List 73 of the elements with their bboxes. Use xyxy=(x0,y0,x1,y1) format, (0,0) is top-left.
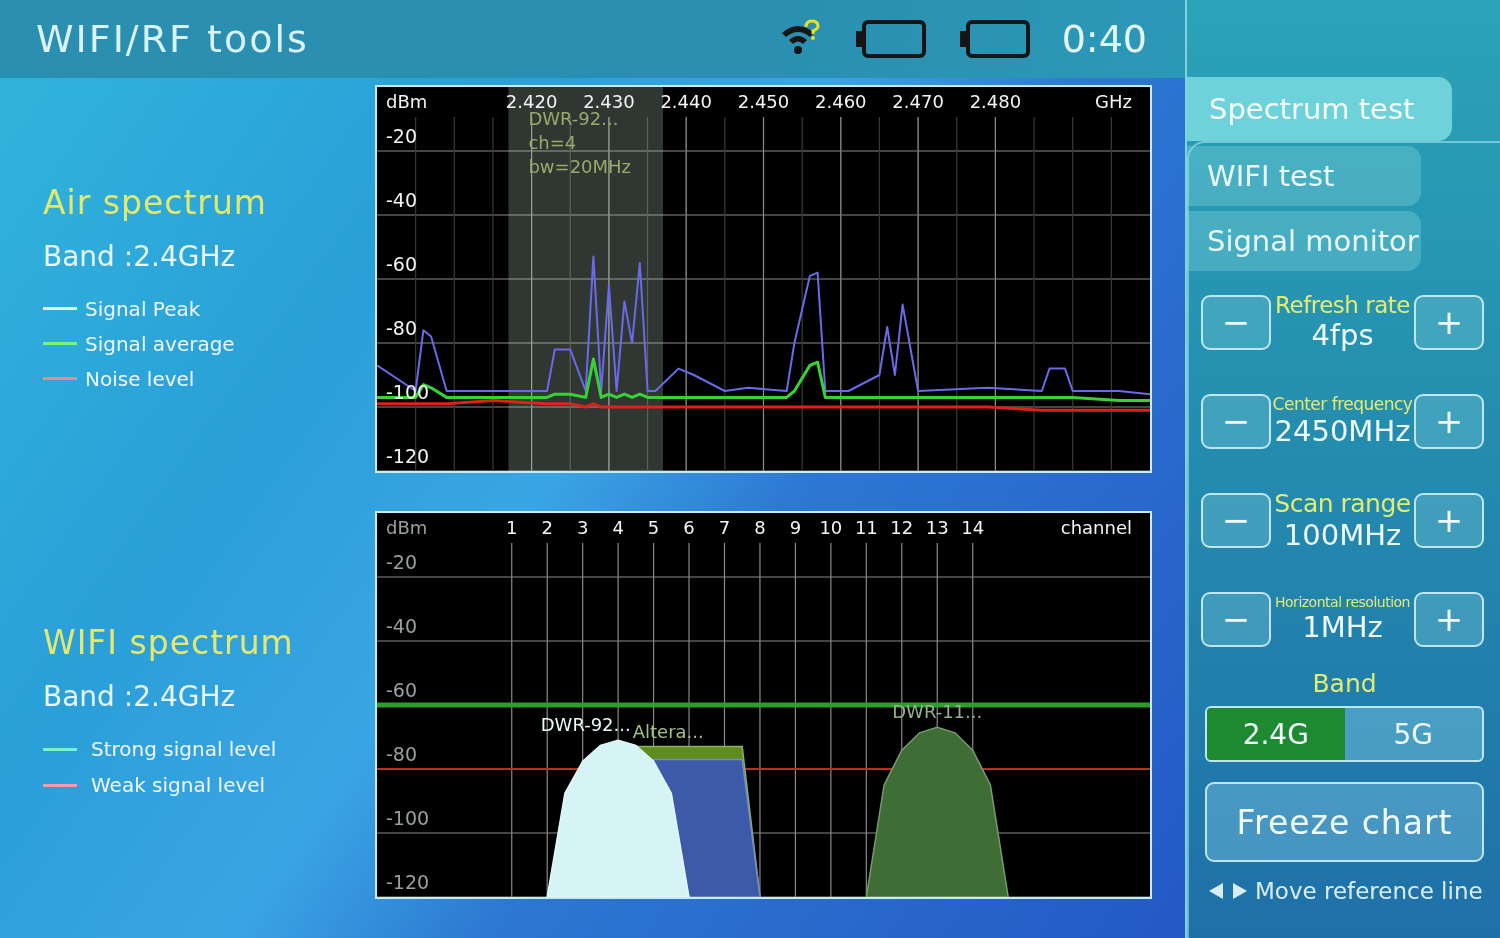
legend-label: Signal average xyxy=(85,331,235,356)
decrease-button[interactable]: − xyxy=(1201,294,1271,350)
x-tick-label: 5 xyxy=(647,517,660,538)
axis-unit-label: channel xyxy=(1060,517,1132,538)
x-tick-label: 8 xyxy=(754,517,766,538)
axis-unit-label: GHz xyxy=(1095,91,1132,112)
legend-label: Noise level xyxy=(85,366,195,391)
network-label: DWR-92... xyxy=(540,714,631,736)
legend-label: Signal Peak xyxy=(85,296,201,321)
x-tick-label: 2.480 xyxy=(969,91,1022,112)
setting-label: Refresh rate xyxy=(1275,292,1410,318)
y-tick-label: -120 xyxy=(386,445,430,467)
battery-icon xyxy=(855,19,926,59)
legend-label: Strong signal level xyxy=(91,737,277,761)
band-label: Band :2.4GHz xyxy=(43,240,237,273)
mode-tab[interactable]: Spectrum test xyxy=(1187,77,1452,141)
x-tick-label: 6 xyxy=(683,517,695,538)
axis-unit-label: dBm xyxy=(386,517,428,538)
y-tick-label: -100 xyxy=(386,807,430,829)
x-tick-label: 1 xyxy=(506,517,518,538)
y-tick-label: -80 xyxy=(386,743,418,765)
x-tick-label: 9 xyxy=(789,517,802,538)
band-option[interactable]: 2.4G xyxy=(1207,708,1345,760)
y-tick-label: -40 xyxy=(386,615,418,637)
x-tick-label: 2.460 xyxy=(815,91,867,112)
decrease-button[interactable]: − xyxy=(1201,591,1271,647)
band-option[interactable]: 5G xyxy=(1344,708,1482,760)
increase-button[interactable]: + xyxy=(1414,393,1484,449)
increase-button[interactable]: + xyxy=(1414,294,1484,350)
battery-icon xyxy=(959,19,1030,59)
setting-value: 1MHz xyxy=(1302,610,1383,644)
decrease-button[interactable]: − xyxy=(1201,393,1271,449)
setting-label: Scan range xyxy=(1274,488,1411,518)
y-tick-label: -20 xyxy=(386,125,418,147)
x-tick-label: 2.470 xyxy=(892,91,944,112)
y-tick-label: -20 xyxy=(386,551,418,573)
x-tick-label: 11 xyxy=(854,517,878,538)
setting-value: 4fps xyxy=(1311,318,1374,352)
setting-value: 2450MHz xyxy=(1274,414,1411,448)
app-title: WIFI/RF tools xyxy=(36,17,309,61)
increase-button[interactable]: + xyxy=(1414,591,1484,647)
section-title: WIFI spectrum xyxy=(43,623,295,662)
y-tick-label: -120 xyxy=(386,871,430,893)
setting-label: Band xyxy=(1311,669,1378,698)
x-tick-label: 7 xyxy=(718,517,731,538)
x-tick-label: 2.440 xyxy=(660,91,712,112)
x-tick-label: 12 xyxy=(890,517,914,538)
band-label: Band :2.4GHz xyxy=(43,680,237,713)
y-tick-label: -60 xyxy=(386,253,418,275)
x-tick-label: 3 xyxy=(576,517,589,538)
y-tick-label: -60 xyxy=(386,679,418,701)
decrease-button[interactable]: − xyxy=(1201,492,1271,548)
x-tick-label: 2 xyxy=(541,517,553,538)
x-tick-label: 10 xyxy=(819,517,843,538)
increase-button[interactable]: + xyxy=(1414,492,1484,548)
hint-text: Move reference line xyxy=(1255,878,1483,904)
setting-value: 100MHz xyxy=(1283,517,1402,552)
freeze-button[interactable]: Freeze chart xyxy=(1205,782,1484,862)
x-tick-label: 2.450 xyxy=(737,91,790,112)
mode-tab[interactable]: WIFI test xyxy=(1187,146,1421,206)
setting-label: Horizontal resolution xyxy=(1275,594,1410,610)
x-tick-label: 4 xyxy=(612,517,624,538)
section-title: Air spectrum xyxy=(43,183,268,222)
x-tick-label: 14 xyxy=(961,517,985,538)
mode-tab[interactable]: Signal monitor xyxy=(1187,211,1421,271)
setting-label: Center frequency xyxy=(1272,394,1413,414)
clock-time: 0:40 xyxy=(1061,17,1147,61)
x-tick-label: 13 xyxy=(925,517,949,538)
y-tick-label: -40 xyxy=(386,189,418,211)
left-right-arrows-icon xyxy=(1209,882,1247,900)
y-tick-label: -80 xyxy=(386,317,418,339)
axis-unit-label: dBm xyxy=(386,91,428,112)
legend-label: Weak signal level xyxy=(91,773,266,797)
